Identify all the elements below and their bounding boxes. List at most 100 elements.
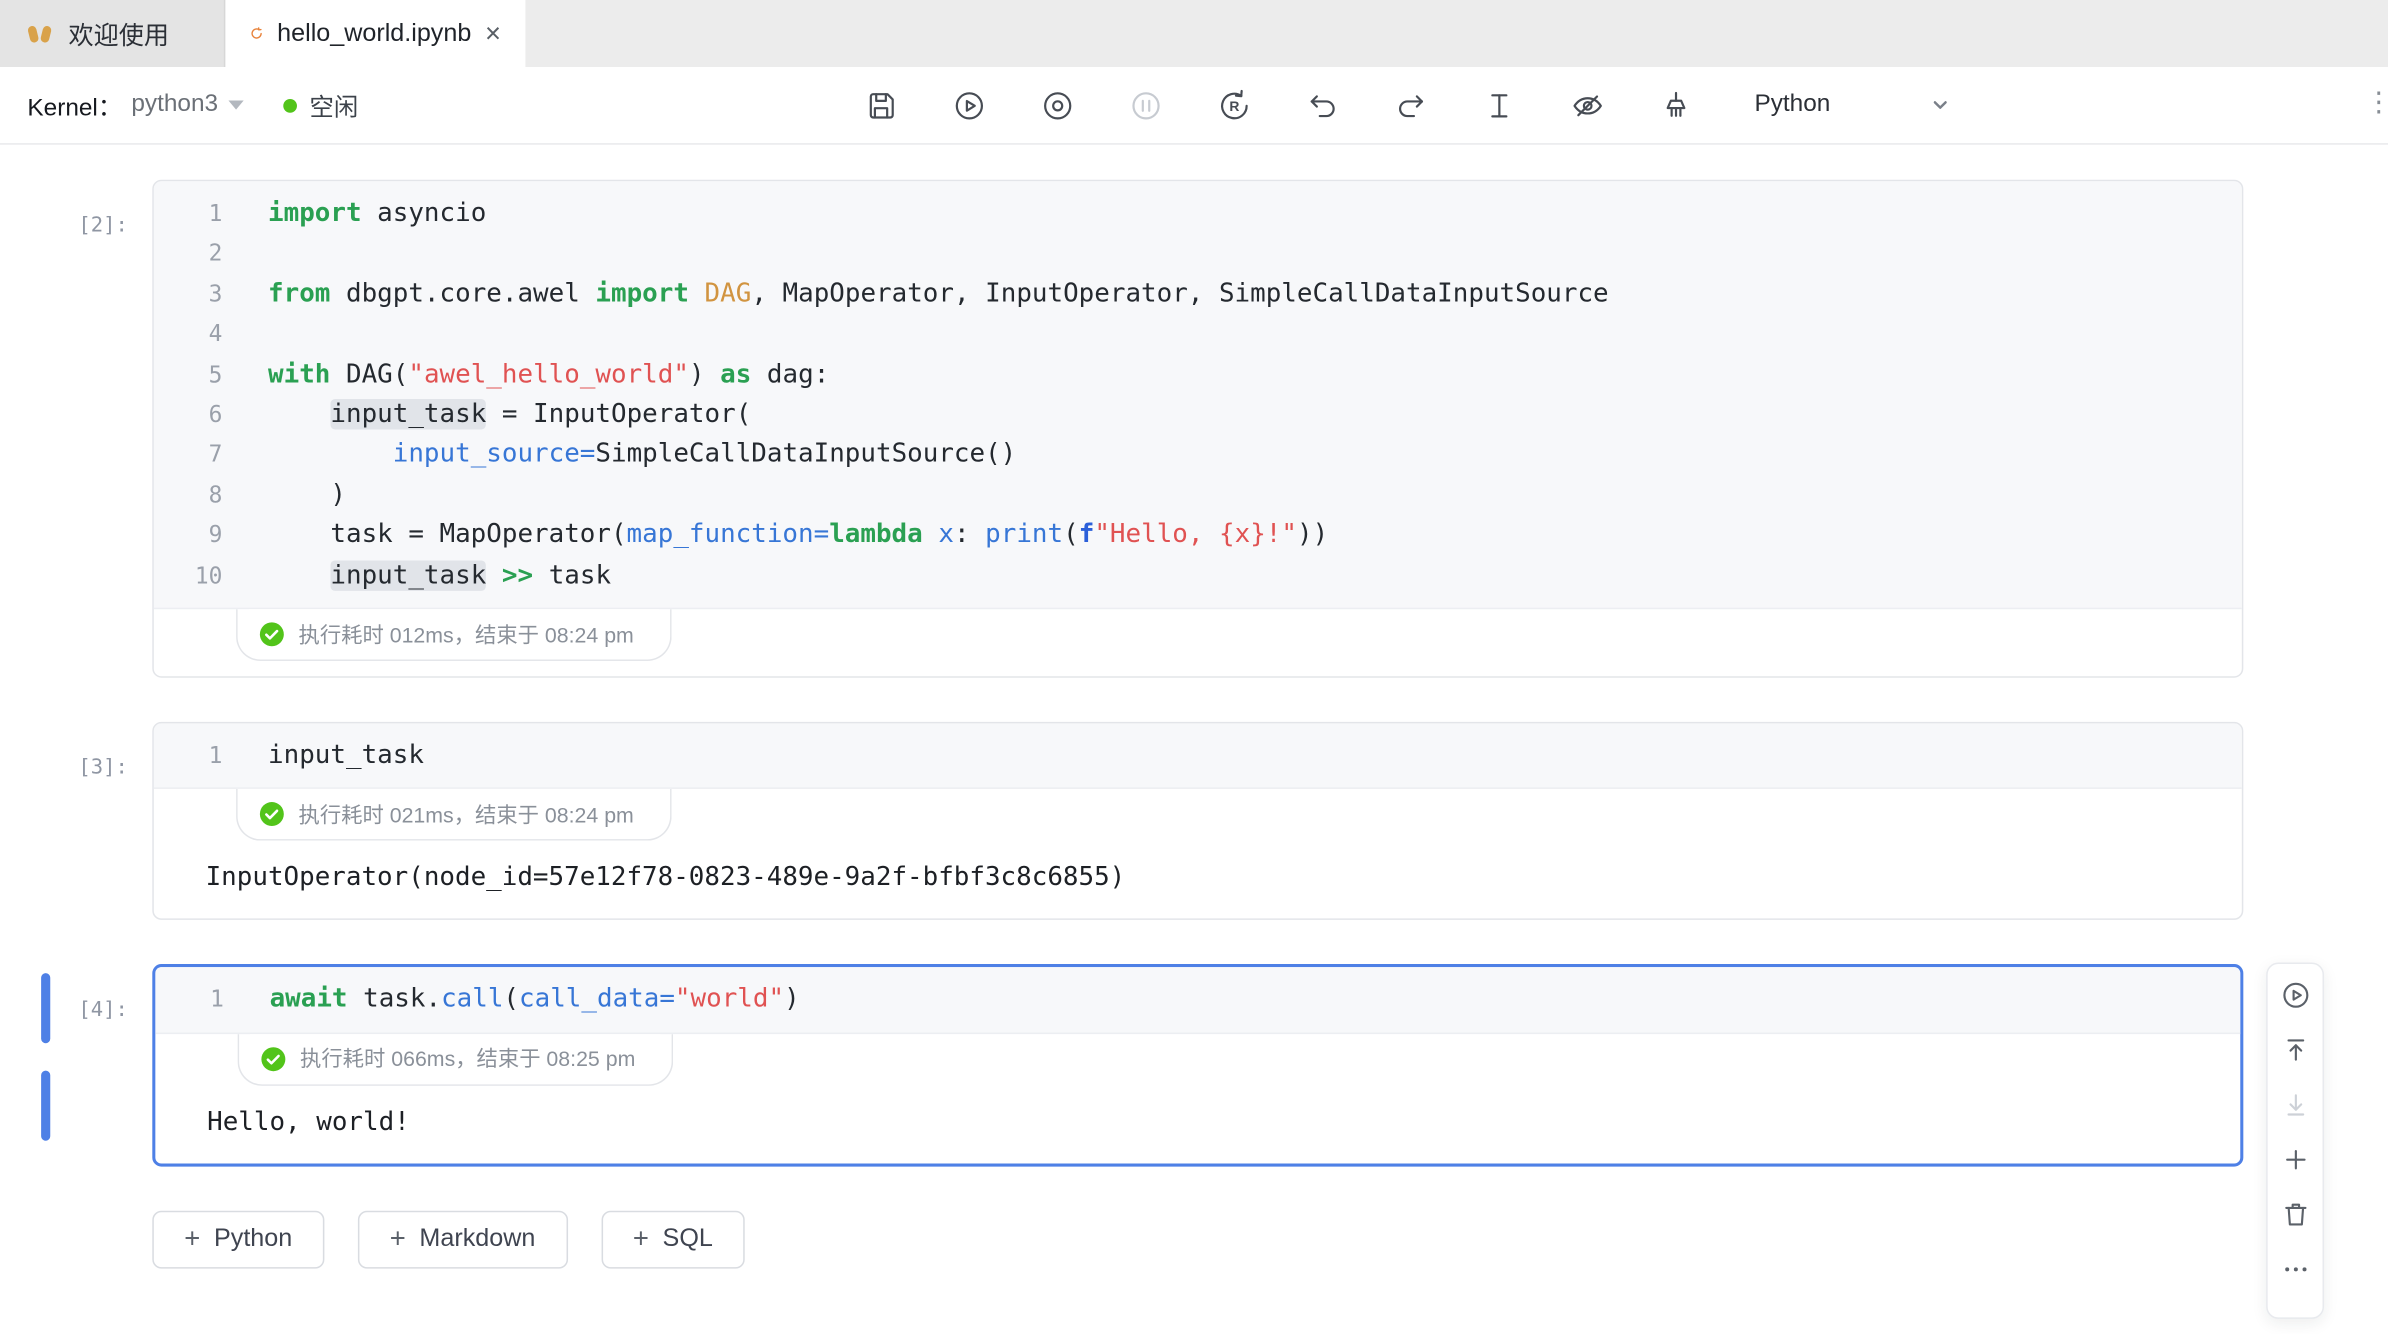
code-token: DAG(: [330, 359, 408, 389]
trash-icon: [2279, 1198, 2311, 1230]
cell-output: InputOperator(node_id=57e12f78-0823-489e…: [154, 841, 2242, 919]
code-token: "awel_hello_world": [408, 359, 689, 389]
run-cell-icon: [2279, 979, 2311, 1011]
pause-button[interactable]: [1127, 87, 1164, 124]
line-number: 3: [154, 274, 223, 314]
code-token: call: [441, 985, 503, 1015]
code-token: f: [1079, 520, 1095, 550]
line-number: 8: [154, 475, 223, 515]
add-cell-row: + Python + Markdown + SQL: [152, 1211, 2388, 1269]
line-number: 5: [154, 354, 223, 394]
undo-button[interactable]: [1304, 87, 1341, 124]
code-token: [486, 560, 502, 590]
code-token: ): [784, 985, 800, 1015]
code-token: as: [720, 359, 751, 389]
code-token: (: [1063, 520, 1079, 550]
move-to-top-button[interactable]: [2278, 1033, 2312, 1067]
code-token: :: [954, 520, 985, 550]
code-text: from dbgpt.core.awel import DAG, MapOper…: [268, 274, 1609, 314]
code-text: task = MapOperator(map_function=lambda x…: [268, 515, 1328, 555]
code-line: 6 input_task = InputOperator(: [154, 394, 2242, 434]
code-text: input_task = InputOperator(: [268, 394, 751, 434]
tab-notebook[interactable]: hello_world.ipynb ×: [225, 0, 525, 67]
cell-exec-label: [4]:: [0, 965, 152, 1167]
more-cell-actions-button[interactable]: [2278, 1252, 2312, 1286]
code-token: asyncio: [362, 198, 487, 228]
code-token: , MapOperator, InputOperator, SimpleCall…: [751, 278, 1608, 308]
code-token: input_task: [330, 560, 486, 590]
add-markdown-cell-button[interactable]: + Markdown: [358, 1211, 568, 1269]
svg-text:R: R: [1229, 97, 1239, 113]
clean-button[interactable]: [1657, 87, 1694, 124]
record-button[interactable]: [1039, 87, 1076, 124]
code-token: >>: [502, 560, 533, 590]
restart-icon: R: [1216, 88, 1251, 123]
code-line: 8 ): [154, 475, 2242, 515]
run-icon: [951, 88, 986, 123]
cell-row: [3]:1input_task 执行耗时 021ms，结束于 08:24 pmI…: [0, 722, 2388, 921]
code-token: import: [595, 278, 689, 308]
line-number: 1: [154, 193, 223, 233]
code-editor[interactable]: 1await task.call(call_data="world"): [155, 968, 2240, 1034]
code-token: import: [268, 198, 362, 228]
redo-button[interactable]: [1392, 87, 1429, 124]
code-token: with: [268, 359, 330, 389]
notebook-cell[interactable]: 1import asyncio23from dbgpt.core.awel im…: [152, 180, 2243, 678]
code-token: = InputOperator(: [486, 399, 751, 429]
more-options-icon[interactable]: ⋮: [2365, 87, 2388, 119]
plus-icon: +: [390, 1224, 406, 1256]
code-editor[interactable]: 1 input_task: [154, 724, 2242, 790]
move-to-bottom-button[interactable]: [2278, 1087, 2312, 1121]
save-icon: [863, 88, 898, 123]
line-number: 6: [154, 394, 223, 434]
execution-status: 执行耗时 066ms，结束于 08:25 pm: [238, 1034, 674, 1086]
notebook-cells: [2]:1import asyncio23from dbgpt.core.awe…: [0, 180, 2388, 1167]
close-tab-icon[interactable]: ×: [485, 20, 501, 47]
cell-exec-label: [3]:: [0, 722, 152, 921]
code-line: 1 input_task: [154, 736, 2242, 776]
code-text: import asyncio: [268, 193, 486, 233]
add-python-cell-button[interactable]: + Python: [152, 1211, 324, 1269]
ellipsis-icon: [2279, 1253, 2311, 1285]
record-icon: [1039, 88, 1074, 123]
add-cell-button[interactable]: [2278, 1142, 2312, 1176]
line-number: 1: [154, 736, 223, 776]
delete-cell-button[interactable]: [2278, 1197, 2312, 1231]
kernel-selector[interactable]: python3: [131, 91, 218, 118]
code-text: input_task >> task: [268, 555, 611, 595]
notebook-cell[interactable]: 1input_task 执行耗时 021ms，结束于 08:24 pmInput…: [152, 722, 2243, 921]
code-text: await task.call(call_data="world"): [270, 980, 800, 1020]
check-circle-icon: [259, 621, 285, 647]
redo-icon: [1393, 88, 1428, 123]
kernel-label: Kernel：: [27, 87, 122, 124]
kernel-caret-icon[interactable]: [229, 101, 244, 110]
add-markdown-label: Markdown: [419, 1225, 535, 1254]
text-cursor-button[interactable]: [1480, 87, 1517, 124]
cell-output: Hello, world!: [155, 1086, 2240, 1164]
hide-output-button[interactable]: [1569, 87, 1606, 124]
language-selector[interactable]: Python: [1754, 67, 1952, 143]
run-cell-button[interactable]: [2278, 978, 2312, 1012]
move-to-bottom-icon: [2279, 1088, 2311, 1120]
code-token: print: [985, 520, 1063, 550]
code-editor[interactable]: 1import asyncio23from dbgpt.core.awel im…: [154, 181, 2242, 609]
restart-kernel-button[interactable]: R: [1215, 87, 1252, 124]
kernel-info: Kernel： python3 空闲: [0, 87, 358, 124]
run-button[interactable]: [950, 87, 987, 124]
code-token: input_task: [268, 740, 424, 770]
add-python-label: Python: [214, 1225, 292, 1254]
code-token: [268, 399, 330, 429]
tab-welcome[interactable]: 欢迎使用: [0, 0, 225, 67]
save-button[interactable]: [862, 87, 899, 124]
code-token: "world": [675, 985, 784, 1015]
code-token: [689, 278, 705, 308]
code-token: task.: [348, 985, 442, 1015]
code-token: input_task: [330, 399, 486, 429]
code-line: 1await task.call(call_data="world"): [155, 980, 2240, 1020]
code-token: lambda: [829, 520, 923, 550]
execution-status-text: 执行耗时 012ms，结束于 08:24 pm: [299, 619, 634, 649]
toolbar-icons: R: [862, 67, 1694, 143]
notebook-cell[interactable]: 1await task.call(call_data="world") 执行耗时…: [152, 965, 2243, 1167]
add-sql-cell-button[interactable]: + SQL: [601, 1211, 745, 1269]
execution-status-text: 执行耗时 066ms，结束于 08:25 pm: [300, 1044, 635, 1074]
